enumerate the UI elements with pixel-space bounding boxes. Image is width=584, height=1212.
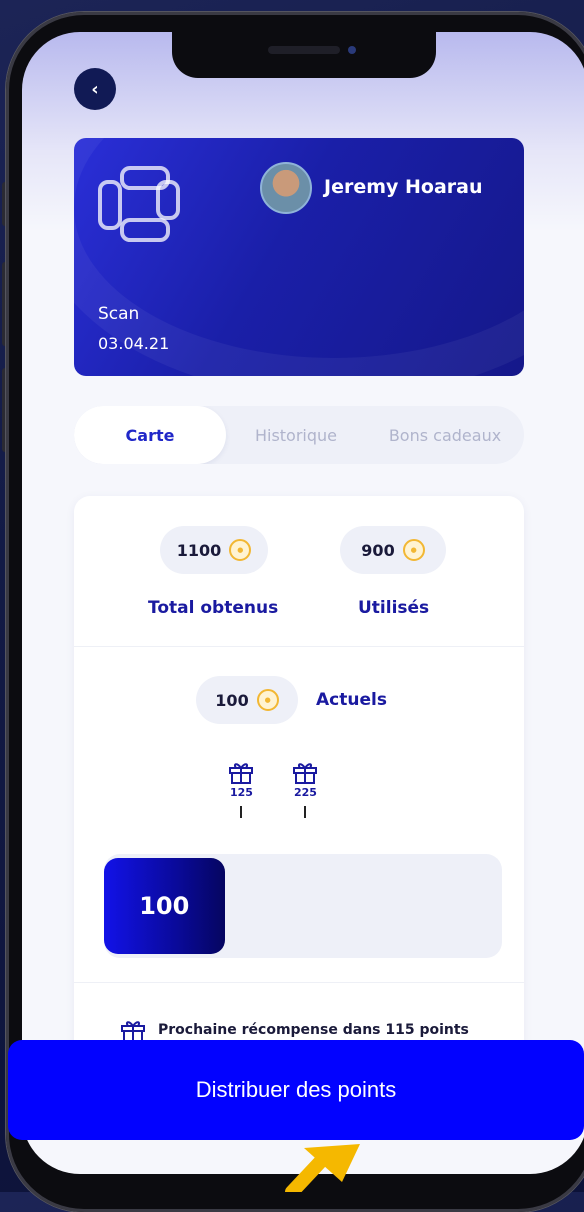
chevron-left-icon: ‹ bbox=[91, 78, 99, 100]
current-points-value: 100 bbox=[215, 690, 249, 710]
gift-icon bbox=[229, 763, 253, 784]
gift-icon bbox=[293, 763, 317, 784]
milestone-tick bbox=[304, 806, 306, 818]
total-points-value: 1100 bbox=[176, 540, 222, 560]
app-screen: ‹ Jeremy Hoarau Scan 03.04.21 Carte Hist… bbox=[22, 32, 584, 1174]
used-points-pill: 900 ● bbox=[340, 526, 446, 574]
total-points-pill: 1100 ● bbox=[160, 526, 268, 574]
coin-icon: ● bbox=[229, 539, 252, 561]
milestone-tick bbox=[240, 806, 242, 818]
coin-icon: ● bbox=[402, 539, 425, 561]
next-reward-text: Prochaine récompense dans 115 points bbox=[158, 1022, 469, 1038]
progress-fill: 100 bbox=[104, 858, 225, 954]
next-reward-row: Prochaine récompense dans 115 points bbox=[120, 1018, 469, 1042]
tab-bar: Carte Historique Bons cadeaux bbox=[74, 406, 524, 464]
camera bbox=[348, 46, 356, 54]
gift-icon bbox=[121, 1021, 145, 1042]
used-points-label: Utilisés bbox=[358, 598, 430, 618]
divider bbox=[74, 646, 524, 647]
divider bbox=[74, 982, 524, 983]
back-button[interactable]: ‹ bbox=[74, 68, 116, 110]
scan-date: 03.04.21 bbox=[98, 334, 170, 353]
phone-notch bbox=[172, 32, 436, 78]
loyalty-card: Jeremy Hoarau Scan 03.04.21 bbox=[74, 138, 524, 376]
milestone-value: 225 bbox=[294, 786, 317, 799]
speaker bbox=[268, 46, 340, 54]
current-points-label: Actuels bbox=[316, 690, 387, 710]
scan-label: Scan bbox=[98, 304, 140, 324]
arrow-pointer-icon bbox=[285, 1144, 360, 1192]
user-avatar bbox=[260, 162, 312, 214]
points-panel: 1100 ● Total obtenus 900 ● Utilisés 100 … bbox=[74, 496, 524, 1096]
tab-bons-cadeaux[interactable]: Bons cadeaux bbox=[366, 406, 524, 464]
used-points-value: 900 bbox=[361, 540, 395, 560]
coin-icon: ● bbox=[256, 689, 279, 711]
tab-historique[interactable]: Historique bbox=[226, 406, 366, 464]
progress-track: 100 bbox=[104, 854, 502, 958]
total-points-label: Total obtenus bbox=[148, 598, 279, 618]
brand-logo-icon bbox=[98, 166, 180, 242]
milestone-value: 125 bbox=[230, 786, 253, 799]
card-holder-name: Jeremy Hoarau bbox=[324, 176, 483, 198]
tab-carte[interactable]: Carte bbox=[74, 406, 226, 464]
current-points-pill: 100 ● bbox=[196, 676, 298, 724]
distribute-points-button[interactable]: Distribuer des points bbox=[8, 1040, 584, 1140]
